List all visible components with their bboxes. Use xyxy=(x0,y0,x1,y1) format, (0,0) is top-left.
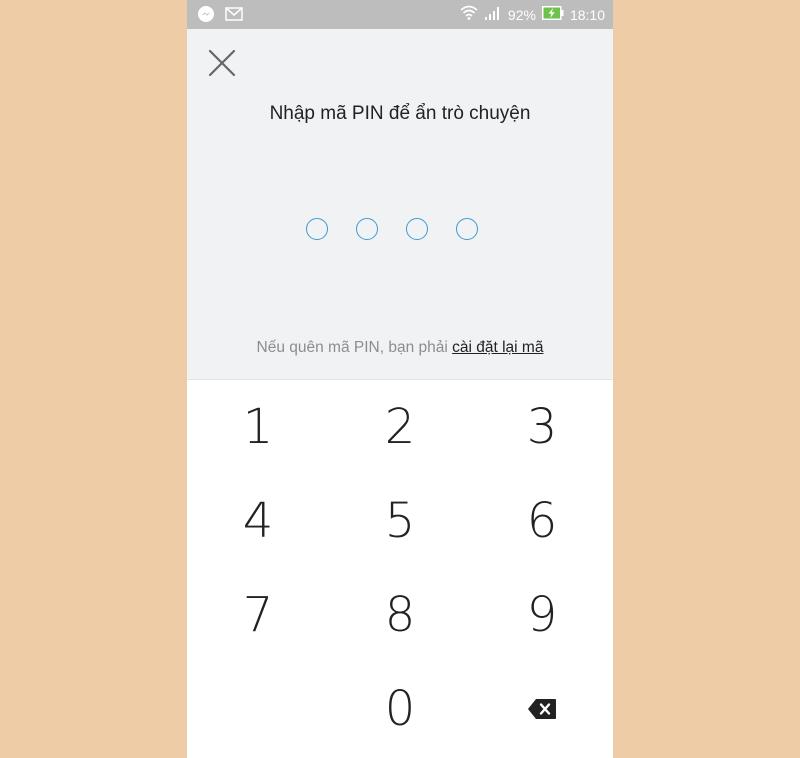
key-1[interactable]: 1 xyxy=(187,380,329,474)
email-icon xyxy=(225,7,243,24)
close-button[interactable] xyxy=(207,48,237,78)
key-4[interactable]: 4 xyxy=(187,474,329,568)
phone-screen: 92% 18:10 Nhập mã PIN để ẩn trò chuyện N… xyxy=(187,0,613,758)
key-6[interactable]: 6 xyxy=(471,474,613,568)
key-7[interactable]: 7 xyxy=(187,568,329,662)
pin-dot xyxy=(356,218,378,240)
key-2[interactable]: 2 xyxy=(329,380,471,474)
pin-indicator xyxy=(306,218,478,240)
signal-icon xyxy=(484,5,502,24)
pin-dot xyxy=(306,218,328,240)
backspace-button[interactable] xyxy=(471,662,613,756)
backspace-icon xyxy=(528,699,556,719)
reset-pin-link[interactable]: cài đặt lại mã xyxy=(452,339,543,356)
forgot-pin-hint: Nếu quên mã PIN, bạn phải cài đặt lại mã xyxy=(187,339,613,357)
numeric-keypad: 1 2 3 4 5 6 7 8 9 0 xyxy=(187,379,613,758)
key-5[interactable]: 5 xyxy=(329,474,471,568)
key-8[interactable]: 8 xyxy=(329,568,471,662)
clock: 18:10 xyxy=(569,6,605,23)
key-3[interactable]: 3 xyxy=(471,380,613,474)
close-icon xyxy=(208,49,236,77)
key-0[interactable]: 0 xyxy=(329,662,471,756)
page-title: Nhập mã PIN để ẩn trò chuyện xyxy=(269,103,531,124)
pin-dot xyxy=(406,218,428,240)
messenger-icon xyxy=(197,5,215,26)
hint-text: Nếu quên mã PIN, bạn phải xyxy=(256,339,453,356)
key-9[interactable]: 9 xyxy=(471,568,613,662)
pin-dot xyxy=(456,218,478,240)
key-empty xyxy=(187,662,329,756)
status-bar: 92% 18:10 xyxy=(187,0,613,29)
battery-percent: 92% xyxy=(507,6,536,23)
battery-charging-icon xyxy=(541,6,564,23)
wifi-icon xyxy=(460,5,478,24)
